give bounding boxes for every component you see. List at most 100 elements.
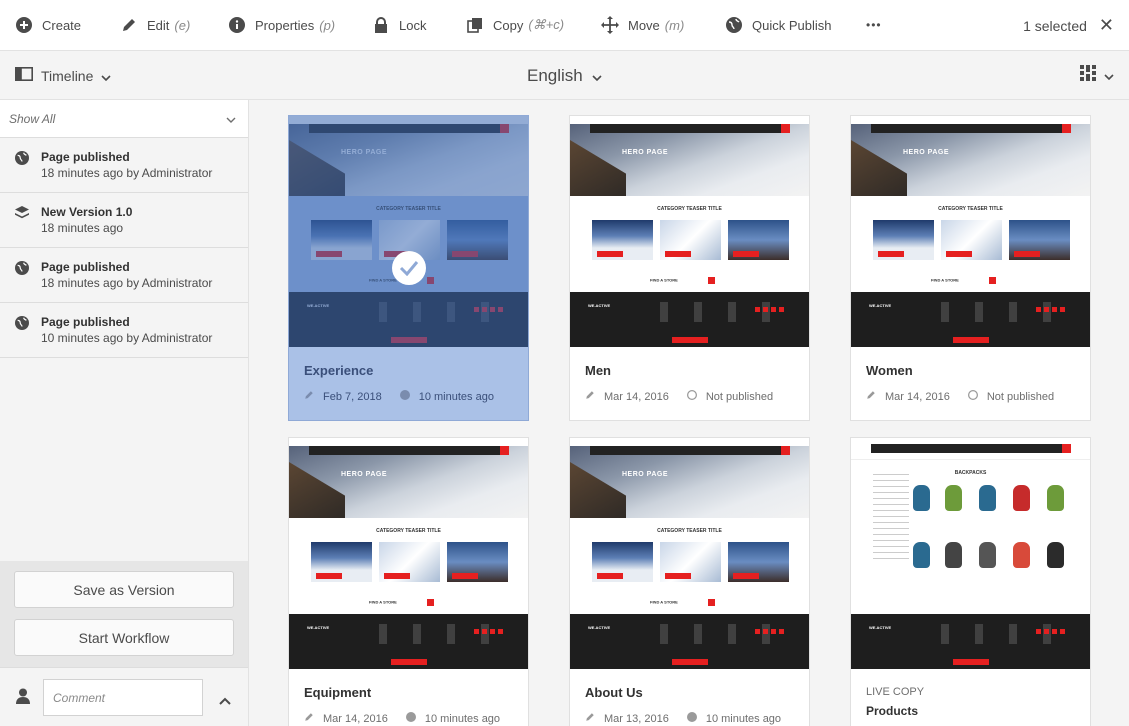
quick-publish-button[interactable]: Quick Publish: [725, 0, 831, 51]
card-modified-date: Feb 7, 2018: [323, 390, 382, 403]
page-thumbnail: HERO PAGE CATEGORY TEASER TITLE FIND A S…: [289, 116, 528, 347]
rail-selector-label: Timeline: [41, 67, 94, 84]
page-thumbnail: HERO PAGE CATEGORY TEASER TITLE FIND A S…: [570, 438, 809, 669]
pencil-icon: [120, 16, 138, 34]
card-title: Products: [866, 704, 919, 718]
page-card-men[interactable]: HERO PAGE CATEGORY TEASER TITLE FIND A S…: [569, 115, 810, 421]
page-thumbnail: HERO PAGE CATEGORY TEASER TITLE FIND A S…: [570, 116, 809, 347]
thumb-hero-text: HERO PAGE: [622, 471, 668, 478]
thumb-store-text: FIND A STORE: [650, 599, 678, 605]
pencil-icon: [304, 712, 314, 725]
page-card-women[interactable]: HERO PAGE CATEGORY TEASER TITLE FIND A S…: [850, 115, 1091, 421]
timeline-filter[interactable]: Show All: [0, 100, 248, 138]
comment-input[interactable]: [43, 679, 203, 716]
create-label: Create: [42, 17, 82, 33]
lock-icon: [372, 16, 390, 34]
chevron-down-icon: [226, 112, 236, 126]
move-label: Move: [628, 17, 660, 33]
timeline-actions: Save as Version Start Workflow: [0, 561, 248, 726]
thumb-category-title: CATEGORY TEASER TITLE: [657, 206, 722, 212]
close-selection-icon[interactable]: ✕: [1099, 15, 1114, 36]
page-card-about-us[interactable]: HERO PAGE CATEGORY TEASER TITLE FIND A S…: [569, 437, 810, 726]
edit-button[interactable]: Edit (e): [120, 0, 190, 51]
thumb-brand: WE.ACTIVE: [869, 303, 892, 308]
start-workflow-button[interactable]: Start Workflow: [14, 619, 234, 656]
timeline-item-title: Page published: [41, 150, 130, 164]
page-card-products[interactable]: BACKPACKS WE.ACTIVE LIVE COPY Products: [850, 437, 1091, 726]
timeline-item[interactable]: New Version 1.0 18 minutes ago: [0, 193, 248, 248]
language-label: English: [527, 65, 583, 85]
selected-check-icon: [392, 251, 426, 285]
info-icon: [228, 16, 246, 34]
globe-icon: [725, 16, 743, 34]
card-title: Equipment: [304, 685, 372, 700]
thumb-hero-text: HERO PAGE: [903, 149, 949, 156]
card-publish-status: 10 minutes ago: [418, 390, 494, 403]
edit-label: Edit: [147, 17, 170, 33]
create-button[interactable]: Create: [15, 0, 81, 51]
card-title: About Us: [585, 685, 643, 700]
page-card-experience[interactable]: HERO PAGE CATEGORY TEASER TITLE FIND A S…: [288, 115, 529, 421]
timeline-item-detail: 18 minutes ago by Administrator: [41, 166, 213, 180]
edit-shortcut: (e): [174, 17, 191, 33]
thumb-store-text: FIND A STORE: [931, 277, 959, 283]
card-meta: Mar 14, 2016 Not published: [866, 390, 1054, 403]
timeline-rail: Show All Page published 18 minutes ago b…: [0, 100, 249, 726]
card-meta: Mar 13, 2016 10 minutes ago: [585, 712, 781, 725]
thumb-store-text: FIND A STORE: [650, 277, 678, 283]
copy-icon: [466, 16, 484, 34]
action-toolbar: Create Edit (e) Properties (p) Lock Copy…: [0, 0, 1129, 51]
card-grid: HERO PAGE CATEGORY TEASER TITLE FIND A S…: [249, 100, 1129, 726]
move-button[interactable]: Move (m): [601, 0, 684, 51]
properties-button[interactable]: Properties (p): [228, 0, 335, 51]
thumb-brand: WE.ACTIVE: [869, 625, 892, 630]
thumb-brand: WE.ACTIVE: [588, 303, 611, 308]
live-copy-label: LIVE COPY: [866, 686, 925, 698]
language-selector[interactable]: English: [527, 51, 602, 100]
timeline-item[interactable]: Page published 18 minutes ago by Adminis…: [0, 248, 248, 303]
card-modified-date: Mar 13, 2016: [604, 712, 669, 725]
timeline-item-title: Page published: [41, 315, 130, 329]
timeline-item[interactable]: Page published 10 minutes ago by Adminis…: [0, 303, 248, 358]
card-publish-status: Not published: [705, 390, 774, 403]
pencil-icon: [585, 390, 595, 403]
view-switcher[interactable]: [1080, 51, 1114, 100]
card-modified-date: Mar 14, 2016: [885, 390, 950, 403]
globe-off-icon: [686, 390, 697, 403]
quick-publish-label: Quick Publish: [752, 17, 832, 33]
properties-label: Properties: [255, 17, 315, 33]
layers-icon: [15, 205, 31, 247]
card-publish-status: Not published: [986, 390, 1055, 403]
globe-off-icon: [967, 390, 978, 403]
selection-status: 1 selected ✕: [1023, 0, 1114, 51]
page-thumbnail: BACKPACKS WE.ACTIVE: [851, 438, 1090, 669]
plus-circle-icon: [15, 16, 33, 34]
chevron-down-icon: [101, 68, 111, 84]
more-actions-button[interactable]: •••: [866, 0, 882, 51]
thumb-brand: WE.ACTIVE: [588, 625, 611, 630]
pencil-icon: [304, 390, 314, 403]
rail-toggle-icon: [15, 67, 33, 84]
thumb-category-title: CATEGORY TEASER TITLE: [657, 528, 722, 534]
rail-selector[interactable]: Timeline: [15, 51, 111, 100]
page-card-equipment[interactable]: HERO PAGE CATEGORY TEASER TITLE FIND A S…: [288, 437, 529, 726]
globe-icon: [399, 390, 410, 403]
copy-button[interactable]: Copy (⌘+c): [466, 0, 564, 51]
chevron-up-icon[interactable]: [219, 692, 231, 710]
globe-icon: [15, 260, 31, 302]
more-icon: •••: [866, 18, 882, 32]
lock-button[interactable]: Lock: [372, 0, 426, 51]
card-modified-date: Mar 14, 2016: [323, 712, 388, 725]
thumb-hero-text: HERO PAGE: [341, 471, 387, 478]
chevron-down-icon: [1104, 67, 1114, 85]
properties-shortcut: (p): [319, 17, 336, 33]
page-thumbnail: HERO PAGE CATEGORY TEASER TITLE FIND A S…: [289, 438, 528, 669]
card-publish-status: 10 minutes ago: [705, 712, 782, 725]
comment-bar: [0, 667, 248, 726]
save-as-version-button[interactable]: Save as Version: [14, 571, 234, 608]
timeline-item[interactable]: Page published 18 minutes ago by Adminis…: [0, 138, 248, 193]
card-meta: Mar 14, 2016 10 minutes ago: [304, 712, 500, 725]
card-title: Experience: [304, 363, 374, 378]
thumb-category-title: CATEGORY TEASER TITLE: [938, 206, 1003, 212]
move-icon: [601, 16, 619, 34]
